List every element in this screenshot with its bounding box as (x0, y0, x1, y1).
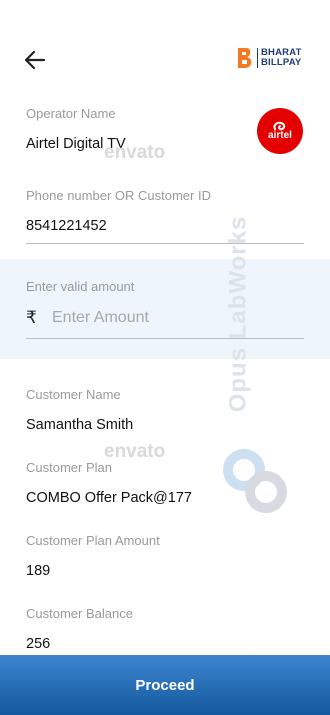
header: BHARAT BILLPAY (0, 0, 330, 100)
bbps-b-icon (238, 48, 252, 68)
phone-field[interactable]: Phone number OR Customer ID 8541221452 (26, 188, 304, 244)
amount-input-row[interactable]: ₹ (26, 308, 304, 339)
plan-amount-field: Customer Plan Amount 189 (26, 533, 304, 579)
customer-name-label: Customer Name (26, 387, 121, 402)
customer-balance-value: 256 (26, 636, 51, 652)
plan-amount-value: 189 (26, 563, 51, 579)
proceed-button[interactable]: Proceed (0, 655, 330, 715)
bbps-line2: BILLPAY (261, 57, 302, 68)
customer-plan-field: Customer Plan COMBO Offer Pack@177 (26, 460, 304, 506)
plan-amount-label: Customer Plan Amount (26, 533, 160, 548)
customer-balance-label: Customer Balance (26, 606, 133, 621)
bbps-wordmark: BHARAT BILLPAY (257, 48, 302, 68)
amount-label: Enter valid amount (26, 279, 135, 294)
customer-name-value: Samantha Smith (26, 417, 134, 433)
airtel-logo: airtel (257, 108, 303, 154)
customer-name-field: Customer Name Samantha Smith (26, 387, 304, 433)
amount-field: Enter valid amount ₹ (26, 279, 304, 339)
phone-label: Phone number OR Customer ID (26, 188, 211, 203)
customer-balance-field: Customer Balance 256 (26, 606, 304, 652)
phone-value: 8541221452 (26, 218, 304, 244)
bharat-billpay-logo: BHARAT BILLPAY (236, 46, 302, 70)
back-button[interactable] (22, 48, 48, 72)
rupee-icon: ₹ (26, 308, 37, 327)
arrow-left-icon (24, 50, 46, 70)
customer-plan-label: Customer Plan (26, 460, 112, 475)
amount-input[interactable] (52, 309, 282, 327)
customer-plan-value: COMBO Offer Pack@177 (26, 490, 192, 506)
airtel-logo-text: airtel (268, 130, 292, 141)
